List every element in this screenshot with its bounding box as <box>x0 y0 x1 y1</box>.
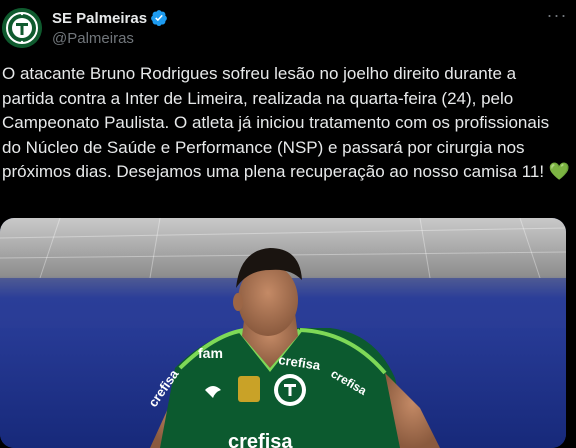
user-handle[interactable]: @Palmeiras <box>52 30 134 47</box>
tweet-text: O atacante Bruno Rodrigues sofreu lesão … <box>2 62 570 185</box>
tweet-media-photo[interactable]: fam crefisa crefisa crefisa crefisa <box>0 218 566 448</box>
tweet-header: SE Palmeiras @Palmeiras ··· <box>0 0 576 56</box>
shirt-sponsor-main: crefisa <box>228 431 293 448</box>
player-photo: fam crefisa crefisa crefisa crefisa <box>0 218 566 448</box>
avatar[interactable] <box>2 8 42 48</box>
name-row: SE Palmeiras <box>52 9 168 27</box>
display-name[interactable]: SE Palmeiras <box>52 10 147 27</box>
tweet-body: O atacante Bruno Rodrigues sofreu lesão … <box>2 64 550 181</box>
green-heart-emoji: 💚 <box>548 162 570 181</box>
verified-badge-icon <box>151 10 167 26</box>
more-horizontal-icon[interactable]: ··· <box>546 6 568 28</box>
shirt-sponsor-fam: fam <box>198 345 223 361</box>
palmeiras-crest-icon <box>2 8 42 48</box>
